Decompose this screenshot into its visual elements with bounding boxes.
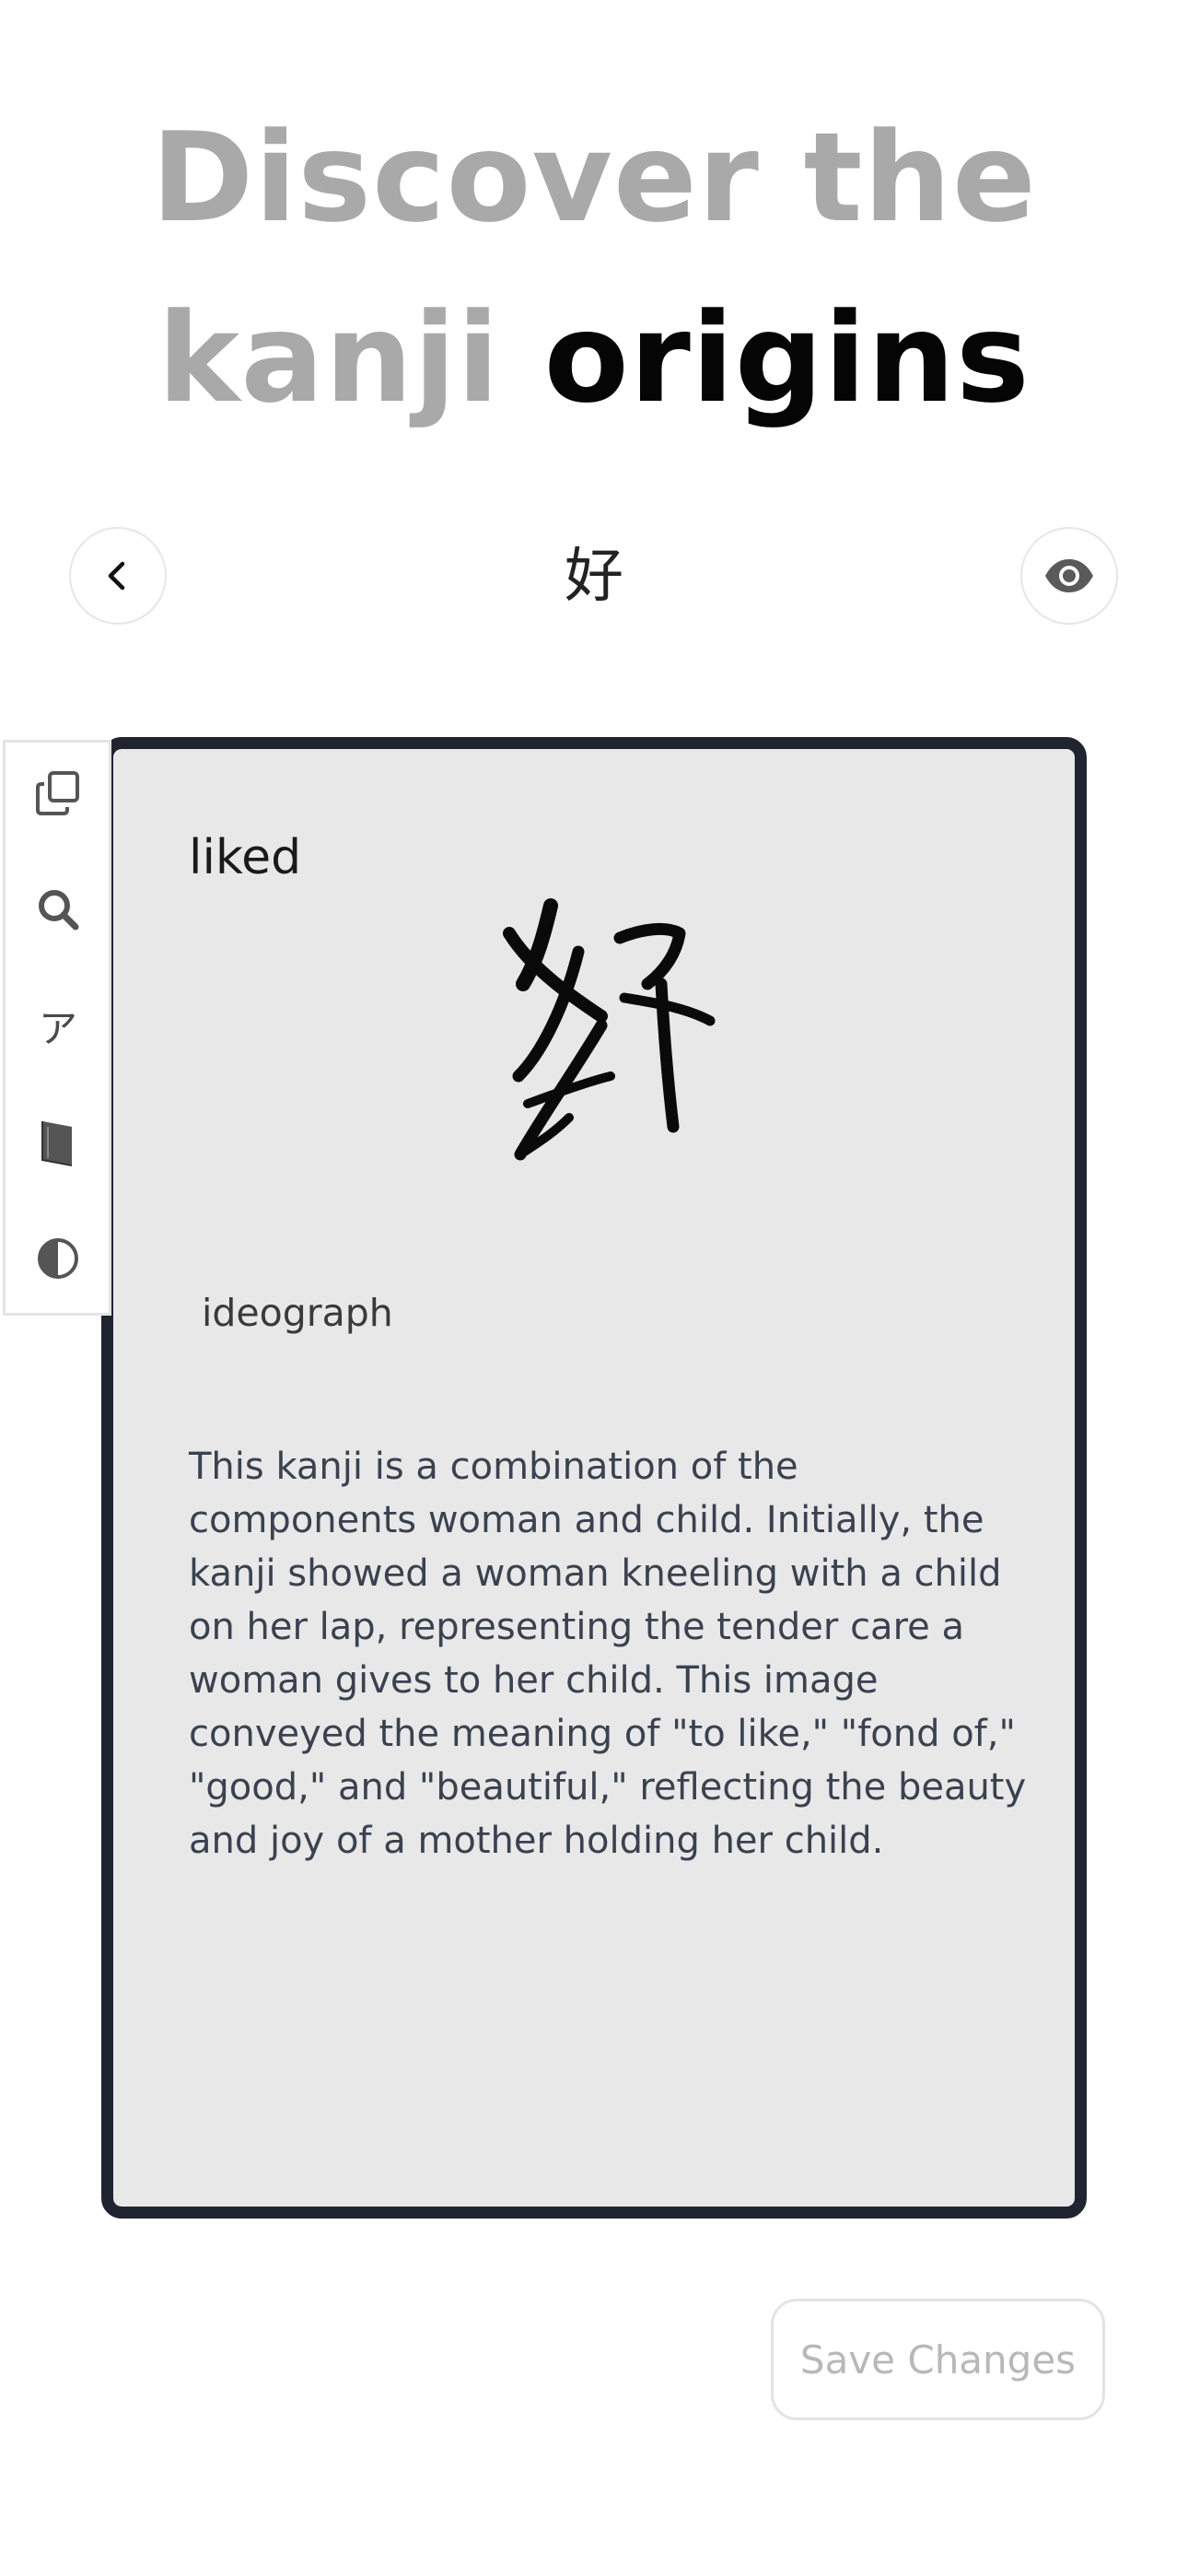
ancient-kanji-glyph bbox=[503, 898, 716, 1161]
copy-button[interactable] bbox=[29, 765, 87, 822]
book-icon bbox=[41, 1121, 73, 1166]
copy-icon bbox=[36, 771, 79, 815]
back-button[interactable] bbox=[69, 527, 167, 625]
book-button[interactable] bbox=[29, 1114, 87, 1171]
search-icon bbox=[39, 890, 79, 931]
katakana-icon: ア bbox=[38, 1005, 77, 1051]
search-button[interactable] bbox=[29, 881, 87, 938]
kanji-meaning: liked bbox=[189, 830, 302, 885]
headline-word-origins: origins bbox=[543, 287, 1031, 430]
kanji-title: 好 bbox=[565, 543, 623, 611]
headline-word-kanji: kanji bbox=[157, 287, 501, 430]
toggle-view-button[interactable] bbox=[1020, 527, 1118, 625]
contrast-button[interactable] bbox=[29, 1230, 87, 1287]
eye-icon bbox=[1045, 559, 1093, 592]
katakana-button[interactable]: ア bbox=[29, 997, 87, 1054]
headline-line-1: Discover the bbox=[151, 106, 1037, 250]
chevron-left-icon bbox=[108, 561, 125, 591]
save-changes-button[interactable]: Save Changes bbox=[771, 2299, 1105, 2420]
kanji-type: ideograph bbox=[202, 1291, 393, 1335]
kanji-card: liked ideograph This kanji is a combinat… bbox=[101, 737, 1087, 2219]
headline: Discover the kanji origins bbox=[0, 88, 1188, 449]
tool-sidebar: ア bbox=[3, 740, 111, 1316]
contrast-icon bbox=[38, 1238, 78, 1279]
kanji-description: This kanji is a combination of the compo… bbox=[189, 1446, 1038, 1862]
headline-line-2: kanji origins bbox=[0, 268, 1188, 449]
